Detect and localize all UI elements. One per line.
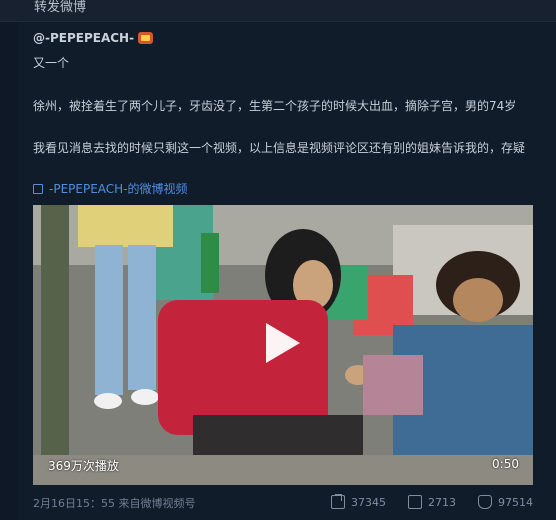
post-line-3: 我看见消息去找的时候只剩这一个视频，以上信息是视频评论区还有别的姐妹告诉我的，存… [33, 141, 526, 155]
author[interactable]: @-PEPEPEACH- [33, 31, 154, 45]
like-button[interactable]: 97514 [478, 495, 533, 509]
comment-icon [408, 495, 422, 509]
post-meta[interactable]: 2月16日15：55 来自微博视频号 [33, 495, 196, 511]
top-bar: 转发微博 [0, 0, 556, 22]
view-count: 369万次播放 [48, 459, 119, 473]
post-line-2: 徐州，被拴着生了两个儿子，牙齿没了，生第二个孩子的时候大出血，摘除子宫，男的74… [33, 99, 517, 113]
play-icon[interactable] [266, 323, 300, 363]
post-actions: 37345 2713 97514 [331, 495, 533, 509]
share-icon [331, 495, 345, 509]
share-button[interactable]: 37345 [331, 495, 386, 509]
comment-button[interactable]: 2713 [408, 495, 456, 509]
like-count: 97514 [498, 495, 533, 509]
author-name[interactable]: @-PEPEPEACH- [33, 31, 134, 45]
post-line-1: 又一个 [33, 56, 70, 70]
share-count: 37345 [351, 495, 386, 509]
video-link-label[interactable]: -PEPEPEACH-的微博视频 [49, 180, 188, 197]
video-player[interactable]: 369万次播放 0:50 [33, 205, 533, 485]
comment-count: 2713 [428, 495, 456, 509]
top-bar-title: 转发微博 [34, 0, 87, 15]
post-footer: 2月16日15：55 来自微博视频号 37345 2713 97514 [33, 495, 533, 513]
video-duration: 0:50 [492, 457, 519, 471]
video-link-icon [33, 183, 43, 194]
like-icon [478, 495, 492, 509]
video-link[interactable]: -PEPEPEACH-的微博视频 [33, 180, 188, 197]
badge-icon [138, 32, 154, 44]
